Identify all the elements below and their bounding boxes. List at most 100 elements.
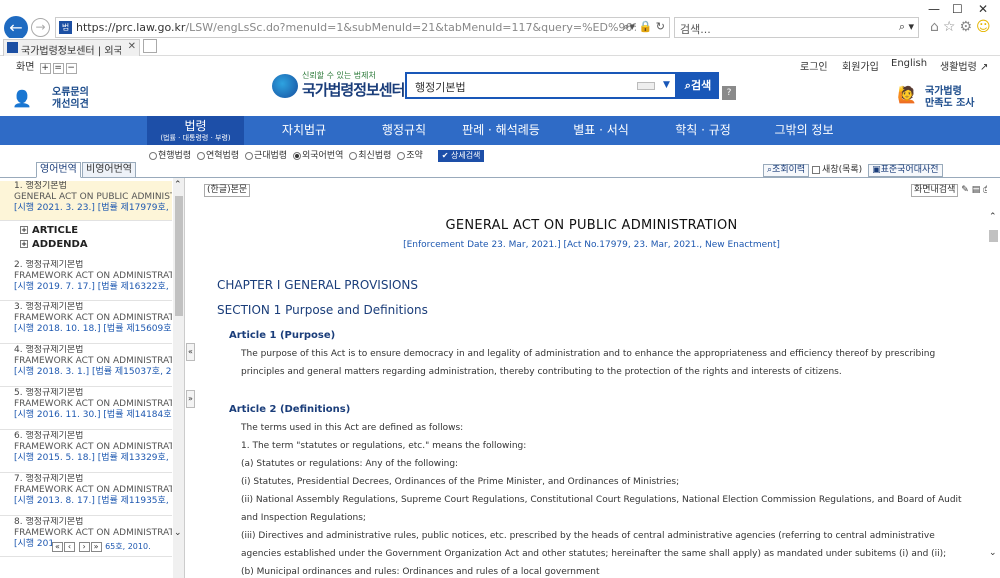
next-page-button[interactable]: › [78, 542, 90, 552]
tree-addenda[interactable]: + ADDENDA [20, 239, 88, 250]
scroll-down-icon[interactable]: ⌄ [174, 528, 182, 538]
scroll-thumb[interactable] [989, 230, 998, 242]
law-title: GENERAL ACT ON PUBLIC ADMINISTRATION [445, 218, 738, 233]
list-tools: ⌕조회이력 새창(목록) ▣표준국어대사전 [760, 162, 943, 177]
checkbox-icon [812, 165, 821, 174]
article-2-line: 1. The term "statutes or regulations, et… [241, 441, 527, 451]
article-2-line: (a) Statutes or regulations: Any of the … [241, 459, 459, 469]
minimize-button[interactable]: — [928, 2, 940, 16]
radio-icon [245, 151, 253, 160]
tab-favicon-icon [7, 42, 18, 53]
login-link[interactable]: 로그인 [800, 58, 828, 73]
print-icon[interactable]: ⎙ [983, 185, 987, 195]
person-question-icon: 👤 [12, 89, 32, 108]
search-button[interactable]: ⌕검색 [677, 72, 719, 99]
dropdown-arrow-icon[interactable]: ▼ [663, 80, 670, 90]
back-arrow-icon[interactable]: ← [4, 16, 28, 40]
forward-arrow-icon[interactable]: → [31, 18, 50, 37]
new-window-toggle[interactable]: 새창(목록) [812, 165, 862, 175]
signup-link[interactable]: 회원가입 [842, 58, 879, 73]
life-law-link[interactable]: 생활법령 ↗ [940, 58, 988, 73]
scroll-up-icon[interactable]: ⌃ [989, 212, 997, 222]
browser-icons[interactable]: ⌂☆⚙☺ [930, 19, 995, 35]
list-item[interactable]: 7. 행정규제기본법 FRAMEWORK ACT ON ADMINISTRATIV… [0, 474, 172, 516]
report-label: 오류문의 개선의견 [52, 87, 89, 110]
browser-toolbar: ← → 법 https://prc.law.go.kr/LSW/engLsSc.… [0, 0, 1000, 40]
article-2-line: The terms used in this Act are defined a… [241, 423, 464, 433]
browser-tab[interactable]: 국가법령정보센터 | 외국어... ✕ [3, 39, 140, 57]
collapse-left-icon[interactable]: « [186, 343, 195, 361]
search-icon[interactable]: ⌕ ▾ [899, 20, 914, 34]
nav-item-school-rules[interactable]: 학칙 · 규정 [657, 116, 749, 145]
result-list: 1. 행정기본법 GENERAL ACT ON PUBLIC ADMINISTF… [0, 178, 185, 578]
close-window-button[interactable]: ✕ [978, 2, 988, 16]
logo-mark-icon [272, 74, 298, 98]
article-2-heading: Article 2 (Definitions) [229, 404, 351, 415]
address-actions[interactable]: ⌕▾ 🔒 ↻ [623, 20, 665, 34]
check-icon: ✔ [441, 150, 449, 160]
search-dropdown-icon: ⌕▾ [623, 20, 636, 33]
home-icon: ⌂ [930, 19, 943, 35]
satisfaction-survey[interactable]: 🙋 국가법령 만족도 조사 [897, 83, 997, 111]
prev-page-button[interactable]: ‹ [64, 542, 75, 552]
list-item[interactable]: 2. 행정규제기본법 FRAMEWORK ACT ON ADMINISTRATIV… [0, 260, 172, 301]
dictionary-button[interactable]: ▣표준국어대사전 [868, 164, 943, 177]
list-item[interactable]: 1. 행정기본법 GENERAL ACT ON PUBLIC ADMINISTF… [0, 181, 172, 221]
address-text: https://prc.law.go.kr/LSW/engLsSc.do?men… [76, 21, 636, 34]
in-page-search-button[interactable]: 화면내검색 [911, 184, 959, 197]
article-2-line: (iii) Directives and administrative rule… [241, 531, 947, 559]
tab-english[interactable]: 영어번역 [36, 162, 81, 178]
new-tab-button[interactable] [143, 39, 157, 53]
keyboard-icon[interactable] [637, 82, 655, 90]
expand-right-icon[interactable]: » [186, 390, 195, 408]
last-page-button[interactable]: » [90, 542, 102, 552]
help-button[interactable]: ? [722, 86, 736, 100]
law-search-box[interactable]: 행정기본법 ▼ [405, 72, 677, 99]
save-icon[interactable]: ▤ [972, 185, 981, 195]
person-check-icon: 🙋 [897, 85, 917, 104]
first-page-button[interactable]: « [52, 542, 63, 552]
section-heading: SECTION 1 Purpose and Definitions [217, 303, 428, 317]
article-1-heading: Article 1 (Purpose) [229, 330, 336, 341]
tree-article[interactable]: + ARTICLE [20, 225, 78, 236]
maximize-button[interactable]: ☐ [952, 2, 963, 16]
korean-text-toggle[interactable]: (한글)본문 [204, 184, 251, 197]
scroll-down-icon[interactable]: ⌄ [989, 548, 997, 558]
tab-strip: 국가법령정보센터 | 외국어... ✕ [0, 38, 1000, 57]
list-item[interactable]: 6. 행정규제기본법 FRAMEWORK ACT ON ADMINISTRATIV… [0, 431, 172, 473]
site-logo[interactable]: 신뢰할 수 있는 법제처 국가법령정보센터 [272, 70, 407, 102]
main-navigation: 법령 (법률 · 대통령령 · 부령) 자치법규 행정규칙 판례 · 해석례등 … [0, 116, 1000, 145]
law-search-input[interactable]: 행정기본법 [415, 79, 466, 95]
external-link-icon: ↗ [980, 62, 989, 73]
lookup-history-button[interactable]: ⌕조회이력 [763, 164, 810, 177]
list-scrollbar[interactable]: ⌃ ⌄ [173, 178, 184, 578]
list-item[interactable]: 5. 행정규제기본법 FRAMEWORK ACT ON ADMINISTRATIV… [0, 388, 172, 430]
browser-search-input[interactable]: 검색... [680, 21, 711, 37]
article-2-line: (ii) National Assembly Regulations, Supr… [241, 495, 962, 523]
zoom-out-button[interactable]: − [65, 63, 77, 74]
smiley-icon: ☺ [976, 19, 995, 35]
nav-item-forms[interactable]: 별표 · 서식 [555, 116, 647, 145]
list-item[interactable]: 4. 행정규제기본법 FRAMEWORK ACT ON ADMINISTRATIV… [0, 345, 172, 387]
scroll-up-icon[interactable]: ⌃ [174, 180, 182, 190]
browser-search-box[interactable]: 검색... ⌕ ▾ [674, 17, 919, 38]
zoom-in-button[interactable]: + [39, 63, 51, 74]
list-item[interactable]: 3. 행정규제기본법 FRAMEWORK ACT ON ADMINISTRATIV… [0, 302, 172, 344]
close-icon[interactable]: ✕ [128, 41, 136, 52]
nav-item-local[interactable]: 자치법규 [258, 116, 350, 145]
star-icon: ☆ [942, 19, 960, 35]
law-enforcement-info: [Enforcement Date 23. Mar, 2021.] [Act N… [403, 240, 780, 250]
content-scrollbar[interactable]: ⌃ ⌄ [987, 210, 1000, 578]
address-bar[interactable]: 법 https://prc.law.go.kr/LSW/engLsSc.do?m… [55, 17, 670, 38]
english-link[interactable]: English [891, 58, 927, 69]
nav-item-precedents[interactable]: 판례 · 해석례등 [455, 116, 547, 145]
highlight-icon[interactable]: ✎ [961, 185, 969, 195]
expand-icon: + [20, 226, 28, 234]
nav-item-laws[interactable]: 법령 (법률 · 대통령령 · 부령) [147, 116, 244, 145]
nav-item-admin-rules[interactable]: 행정규칙 [358, 116, 450, 145]
zoom-reset-button[interactable]: = [52, 63, 64, 74]
nav-item-other[interactable]: 그밖의 정보 [758, 116, 850, 145]
tab-non-english[interactable]: 비영어번역 [82, 162, 136, 178]
article-2-line: (b) Municipal ordinances and rules: Ordi… [241, 567, 600, 577]
scroll-thumb[interactable] [175, 196, 183, 316]
